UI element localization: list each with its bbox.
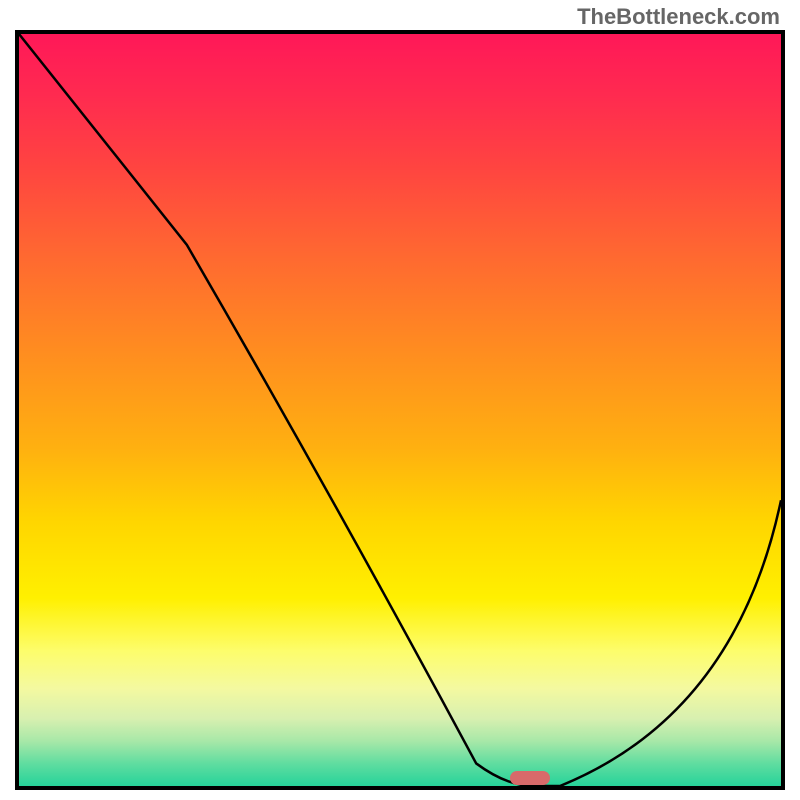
- optimal-marker: [510, 771, 550, 785]
- chart-frame: [15, 30, 785, 790]
- chart-curve: [19, 34, 781, 786]
- watermark-text: TheBottleneck.com: [577, 4, 780, 30]
